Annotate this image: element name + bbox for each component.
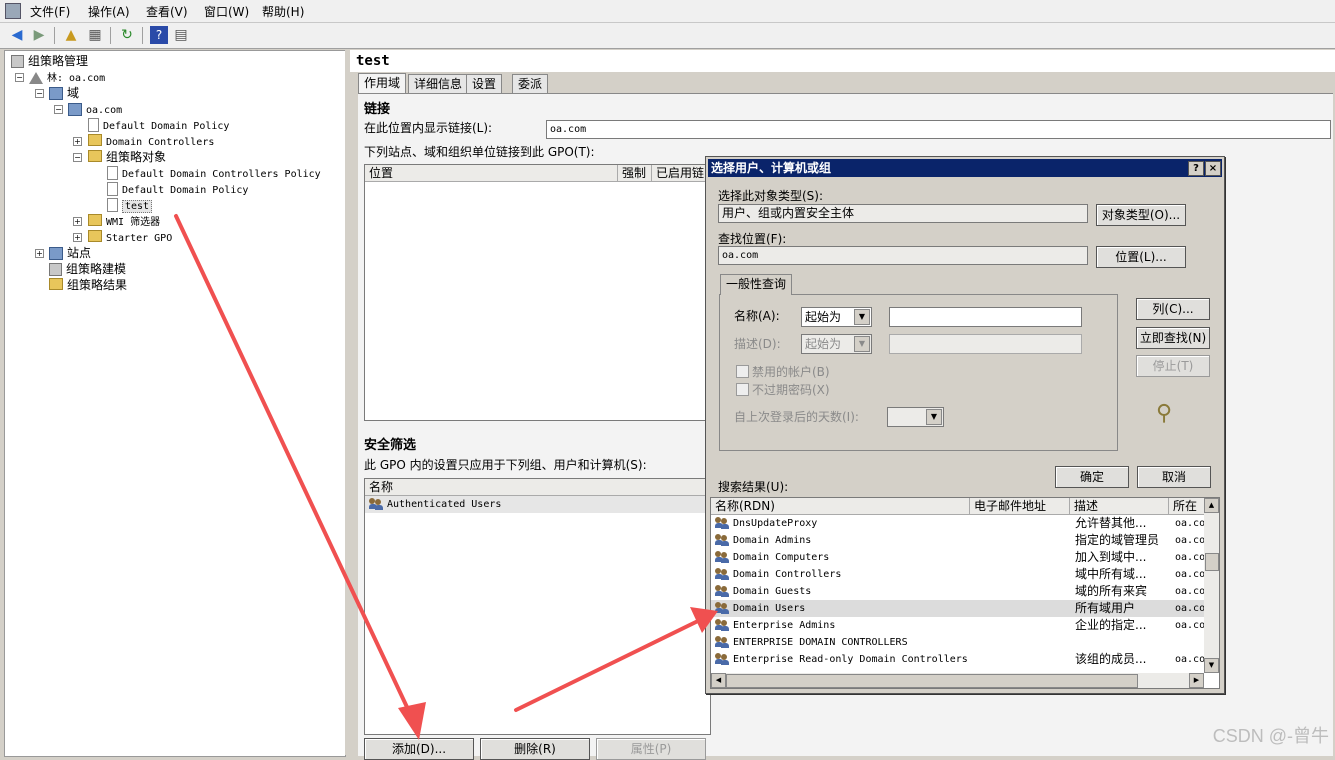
annotation-arrows	[174, 214, 718, 740]
annotation-arrow-line	[514, 618, 702, 712]
annotation-arrow-head	[690, 607, 718, 633]
annotation-arrow-line	[174, 214, 416, 724]
watermark: CSDN @-曾牛	[1212, 726, 1329, 746]
annotation-arrow-head	[398, 702, 426, 740]
